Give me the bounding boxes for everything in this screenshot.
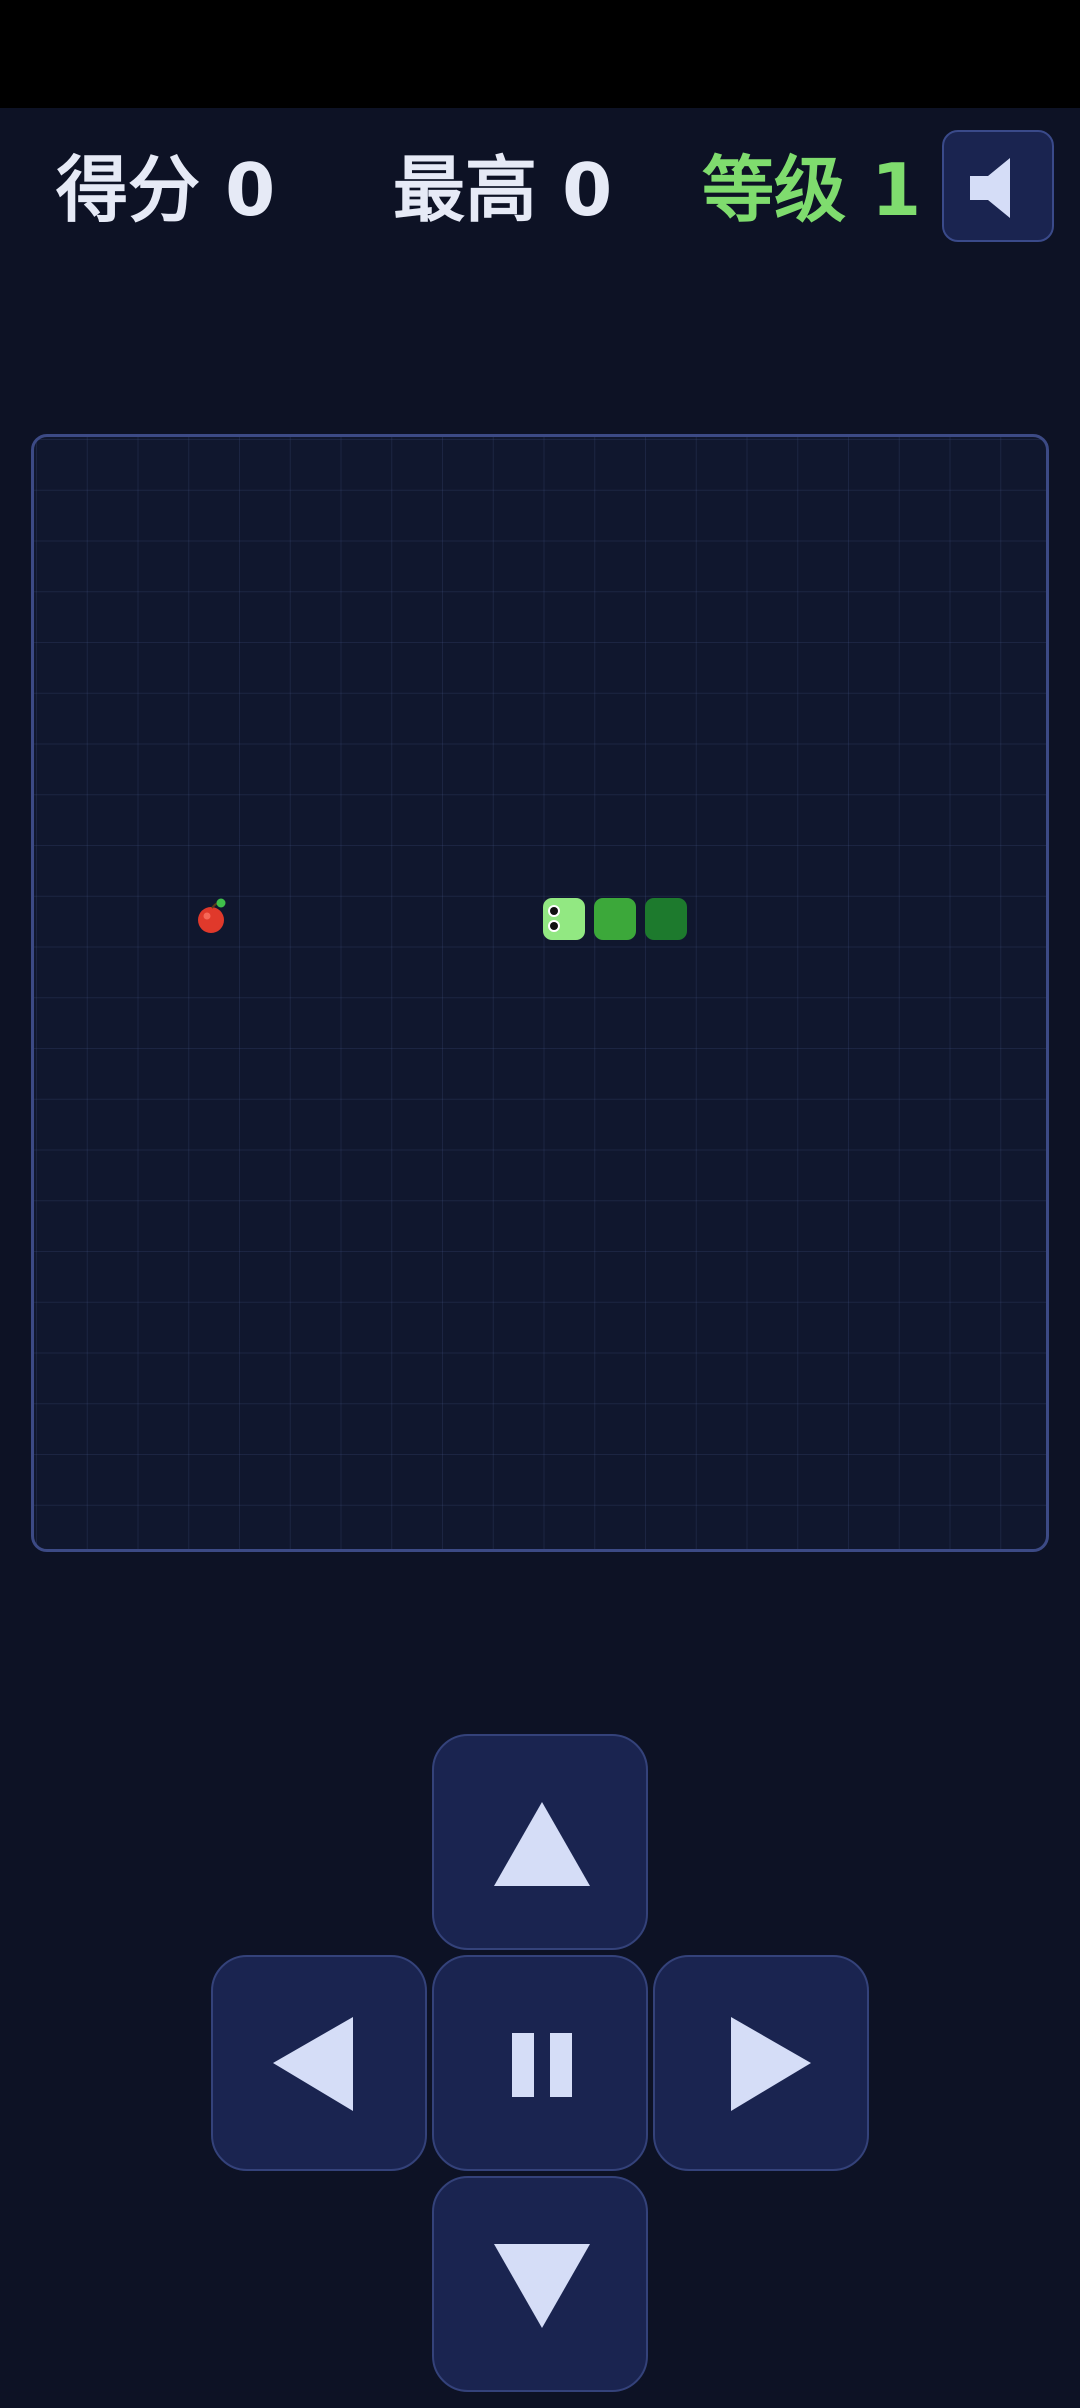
status-bar <box>0 0 1080 108</box>
apple-food-icon <box>198 898 226 933</box>
arrow-right-icon <box>731 2017 811 2111</box>
game-board[interactable] <box>31 434 1049 1552</box>
arrow-down-icon <box>494 2244 590 2328</box>
pause-button[interactable] <box>432 1955 648 2171</box>
snake-head <box>543 898 585 940</box>
arrow-left-icon <box>273 2017 353 2111</box>
sound-toggle-button[interactable] <box>942 130 1054 242</box>
snake-eye <box>550 907 558 915</box>
arrow-up-icon <box>494 1802 590 1886</box>
snake-eye <box>550 922 558 930</box>
snake-tail-segment <box>645 898 687 940</box>
score-label: 得分 0 <box>56 148 276 232</box>
speaker-icon <box>970 158 1010 218</box>
left-button[interactable] <box>211 1955 427 2171</box>
pause-icon <box>512 2033 572 2097</box>
high-score-label: 最高 0 <box>393 148 613 232</box>
snake-body-segment <box>594 898 636 940</box>
up-button[interactable] <box>432 1734 648 1950</box>
right-button[interactable] <box>653 1955 869 2171</box>
down-button[interactable] <box>432 2176 648 2392</box>
level-label: 等级 1 <box>702 148 922 232</box>
